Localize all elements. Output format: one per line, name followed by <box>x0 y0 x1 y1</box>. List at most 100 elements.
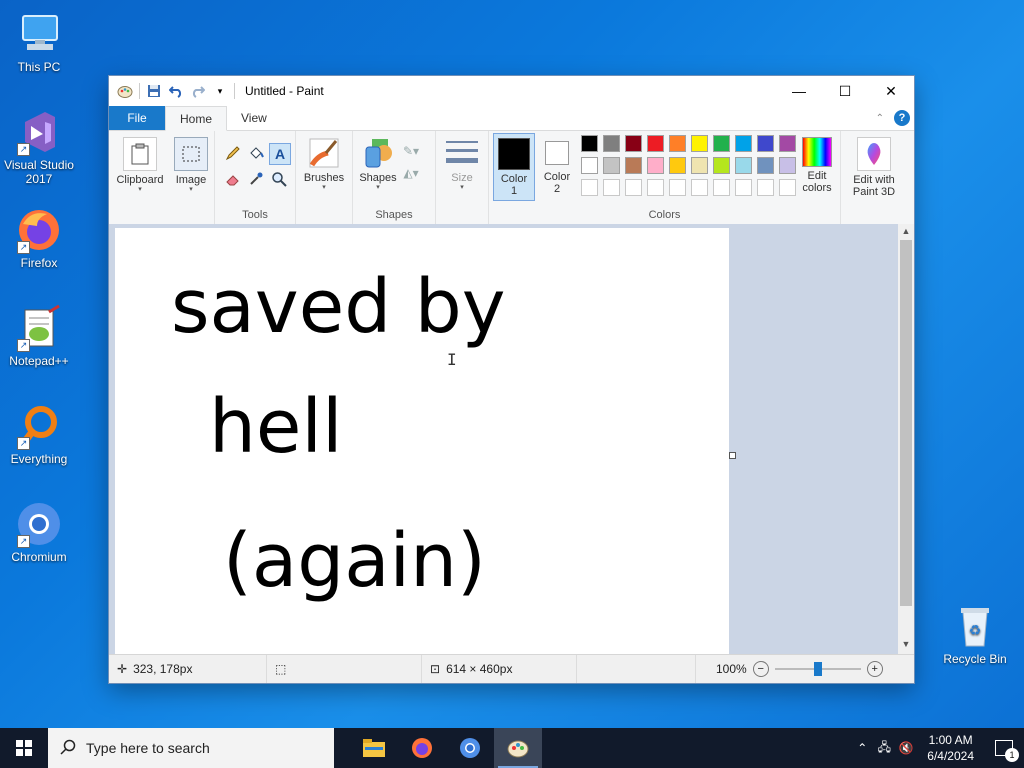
custom-color-slot[interactable] <box>735 179 752 196</box>
palette-color-swatch[interactable] <box>669 135 686 152</box>
palette-color-swatch[interactable] <box>625 157 642 174</box>
palette-color-swatch[interactable] <box>603 135 620 152</box>
palette-color-swatch[interactable] <box>735 135 752 152</box>
desktop-icon-notepadpp[interactable]: ↗ Notepad++ <box>1 304 77 368</box>
drawing-canvas[interactable]: saved by hell (again) I <box>115 228 729 655</box>
palette-color-swatch[interactable] <box>757 135 774 152</box>
taskbar-paint[interactable] <box>494 728 542 768</box>
custom-color-slot[interactable] <box>669 179 686 196</box>
custom-color-slot[interactable] <box>603 179 620 196</box>
maximize-button[interactable]: ☐ <box>822 76 868 106</box>
scroll-down-icon[interactable]: ▼ <box>898 639 914 653</box>
fill-bucket-icon[interactable] <box>246 143 266 163</box>
zoom-in-icon[interactable]: + <box>866 661 883 677</box>
taskbar-search[interactable]: Type here to search <box>48 728 334 768</box>
image-button[interactable]: Image ▾ <box>169 137 213 194</box>
custom-color-slot[interactable] <box>757 179 774 196</box>
zoom-slider[interactable] <box>774 662 861 676</box>
help-icon[interactable]: ? <box>894 110 910 126</box>
desktop-icon-chromium[interactable]: ↗ Chromium <box>1 500 77 564</box>
shapes-icon <box>362 137 394 169</box>
clock[interactable]: 1:00 AM 6/4/2024 <box>917 732 984 764</box>
custom-color-slot[interactable] <box>691 179 708 196</box>
palette-color-swatch[interactable] <box>647 135 664 152</box>
custom-color-slot[interactable] <box>647 179 664 196</box>
show-hidden-icons-icon[interactable]: ⌃ <box>851 741 873 755</box>
desktop-icon-everything[interactable]: ↗ Everything <box>1 402 77 466</box>
notifications-button[interactable]: 1 <box>984 740 1024 762</box>
taskbar-file-explorer[interactable] <box>350 728 398 768</box>
canvas-size: ⊡ 614 × 460px <box>422 655 577 683</box>
notification-count: 1 <box>1005 748 1019 762</box>
everything-icon: ↗ <box>15 402 63 450</box>
vertical-scrollbar[interactable]: ▲ ▼ <box>898 224 914 655</box>
color-picker-icon[interactable] <box>246 169 266 189</box>
desktop-icon-recycle-bin[interactable]: ♻ Recycle Bin <box>937 602 1013 666</box>
quick-access-toolbar: ▾ <box>109 83 235 99</box>
network-icon[interactable]: 🖧 <box>873 738 895 759</box>
tab-view[interactable]: View <box>227 106 281 130</box>
palette-color-swatch[interactable] <box>757 157 774 174</box>
color1-button[interactable]: Color 1 <box>493 133 535 201</box>
desktop-icon-visual-studio[interactable]: ↗ Visual Studio 2017 <box>1 108 77 186</box>
title-bar[interactable]: ▾ Untitled - Paint — ☐ ✕ <box>109 76 914 106</box>
start-button[interactable] <box>0 728 48 768</box>
undo-icon[interactable] <box>168 83 184 99</box>
customize-qat-icon[interactable]: ▾ <box>212 83 228 99</box>
resize-handle-right[interactable] <box>729 452 736 459</box>
collapse-ribbon-icon[interactable]: ⌃ <box>876 113 884 124</box>
this-pc-icon <box>15 10 63 58</box>
zoom-slider-thumb[interactable] <box>813 662 822 676</box>
magnifier-icon[interactable] <box>269 169 289 189</box>
redo-icon[interactable] <box>190 83 206 99</box>
palette-color-swatch[interactable] <box>691 135 708 152</box>
desktop-icon-label: This PC <box>17 60 61 74</box>
outline-icon[interactable]: ✎▾ <box>401 141 421 161</box>
zoom-out-icon[interactable]: − <box>752 661 769 677</box>
text-tool-icon[interactable]: A <box>269 143 291 165</box>
clipboard-label: Clipboard <box>116 174 164 186</box>
edit-colors-button[interactable]: Edit colors <box>795 137 839 194</box>
minimize-button[interactable]: — <box>776 76 822 106</box>
palette-color-swatch[interactable] <box>779 135 796 152</box>
taskbar-chromium[interactable] <box>446 728 494 768</box>
close-button[interactable]: ✕ <box>868 76 914 106</box>
fill-icon[interactable]: ◭▾ <box>401 163 421 183</box>
crosshair-icon: ✛ <box>117 662 128 676</box>
scrollbar-thumb[interactable] <box>900 240 912 606</box>
notepadpp-icon: ↗ <box>15 304 63 352</box>
file-menu-button[interactable]: File <box>109 106 165 130</box>
custom-color-slot[interactable] <box>625 179 642 196</box>
eraser-icon[interactable] <box>223 169 243 189</box>
palette-color-swatch[interactable] <box>713 135 730 152</box>
desktop-icon-this-pc[interactable]: This PC <box>1 10 77 74</box>
pencil-icon[interactable] <box>223 143 243 163</box>
palette-color-swatch[interactable] <box>735 157 752 174</box>
shapes-button[interactable]: Shapes ▾ <box>355 137 401 192</box>
palette-color-swatch[interactable] <box>603 157 620 174</box>
palette-color-swatch[interactable] <box>647 157 664 174</box>
palette-color-swatch[interactable] <box>581 135 598 152</box>
clipboard-button[interactable]: Clipboard ▾ <box>115 137 165 194</box>
palette-color-swatch[interactable] <box>713 157 730 174</box>
text-cursor-icon: I <box>447 350 457 369</box>
volume-muted-icon[interactable]: 🔇 <box>895 741 917 755</box>
save-icon[interactable] <box>146 83 162 99</box>
desktop-icon-firefox[interactable]: ↗ Firefox <box>1 206 77 270</box>
palette-color-swatch[interactable] <box>669 157 686 174</box>
color2-button[interactable]: Color 2 <box>537 137 577 195</box>
palette-color-swatch[interactable] <box>779 157 796 174</box>
palette-color-swatch[interactable] <box>625 135 642 152</box>
brushes-button[interactable]: Brushes ▾ <box>300 137 348 192</box>
custom-color-slot[interactable] <box>779 179 796 196</box>
size-button[interactable]: Size ▾ <box>440 137 484 192</box>
search-icon <box>60 739 76 758</box>
palette-color-swatch[interactable] <box>581 157 598 174</box>
taskbar-firefox[interactable] <box>398 728 446 768</box>
custom-color-slot[interactable] <box>581 179 598 196</box>
palette-color-swatch[interactable] <box>691 157 708 174</box>
scroll-up-icon[interactable]: ▲ <box>898 226 914 240</box>
custom-color-slot[interactable] <box>713 179 730 196</box>
edit-with-paint3d-button[interactable]: Edit with Paint 3D <box>845 137 903 198</box>
tab-home[interactable]: Home <box>165 106 228 131</box>
